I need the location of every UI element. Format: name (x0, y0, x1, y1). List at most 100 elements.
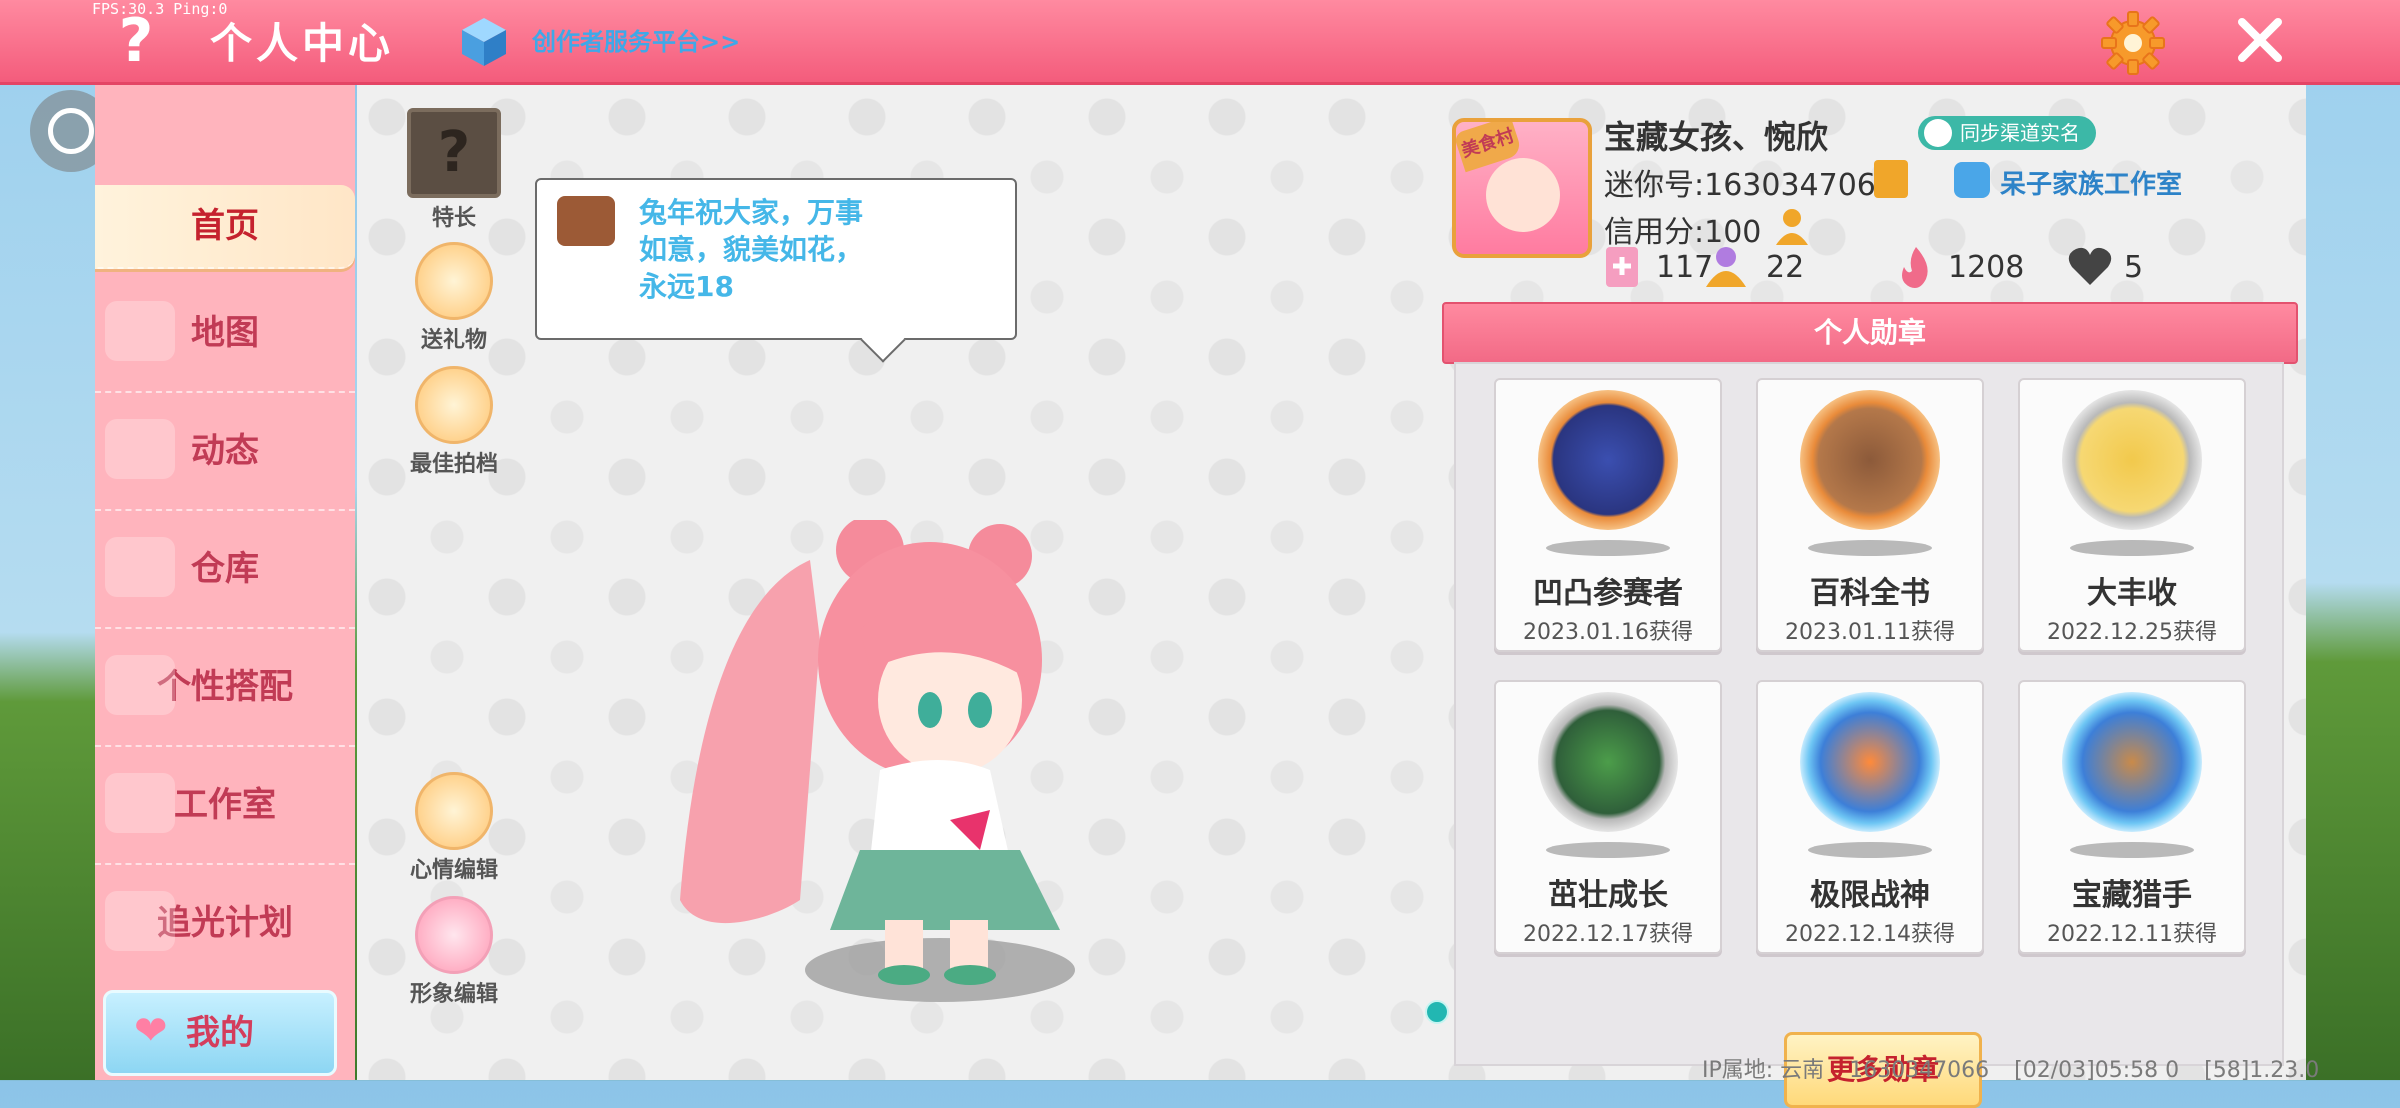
footer-uid: 1630347066 (1849, 1058, 1990, 1083)
sidebar: 首页 地图 动态 仓库 个性搭配 工作室 追光计划 ❤ 我的 (95, 85, 355, 1080)
mood-edit-button[interactable]: 心情编辑 (404, 772, 504, 884)
creator-platform-link[interactable]: 创作者服务平台>> (532, 22, 740, 57)
studio-link[interactable]: 呆子家族工作室 (2000, 164, 2182, 201)
background-scene-right (2306, 85, 2400, 1080)
medal-shadow (1808, 842, 1932, 858)
medal-name: 宝藏猎手 (2072, 878, 2192, 913)
fans-count: 22 (1766, 250, 1805, 285)
sidebar-item-light-plan[interactable]: 追光计划 (95, 865, 355, 981)
outfit-icon (105, 655, 175, 715)
copy-icon[interactable] (1874, 160, 1908, 198)
medal-date: 2022.12.17获得 (1523, 922, 1693, 947)
gear-icon[interactable] (2098, 8, 2168, 78)
cube-icon (462, 18, 506, 66)
sidebar-item-feed[interactable]: 动态 (95, 393, 355, 511)
page-title: 个人中心 (210, 19, 395, 68)
best-partner-label: 最佳拍档 (409, 452, 498, 477)
medal-date: 2022.12.25获得 (2047, 620, 2217, 645)
player-avatar-figure[interactable] (660, 520, 1100, 1010)
medal-shadow (1546, 540, 1670, 556)
heart-icon: ❤ (134, 1008, 168, 1054)
avatar-edit-button[interactable]: 形象编辑 (404, 896, 504, 1008)
sidebar-item-label: 个性搭配 (157, 667, 293, 707)
medal-date: 2022.12.11获得 (2047, 922, 2217, 947)
medal-date: 2022.12.14获得 (1785, 922, 1955, 947)
medal-panel: 个人勋章 凹凸参赛者 2023.01.16获得 百科全书 2023.01.11获… (1442, 302, 2298, 1108)
medal-shadow (2070, 540, 2194, 556)
level-flag-icon (1606, 247, 1638, 287)
footer-time: [02/03]05:58 0 (2014, 1058, 2180, 1083)
boss-medal-icon (1800, 692, 1940, 832)
medal-date: 2023.01.16获得 (1523, 620, 1693, 645)
medal-panel-title: 个人勋章 (1442, 302, 2298, 364)
medal-date: 2023.01.11获得 (1785, 620, 1955, 645)
dress-icon (415, 896, 493, 974)
realname-tag[interactable]: 同步渠道实名 (1918, 116, 2096, 150)
sidebar-item-label: 动态 (191, 431, 259, 471)
mine-button[interactable]: ❤ 我的 (103, 990, 337, 1076)
fans-icon (1706, 247, 1746, 287)
close-icon[interactable] (2232, 12, 2288, 68)
bell-icon (105, 419, 175, 479)
mood-edit-label: 心情编辑 (409, 858, 498, 883)
sidebar-item-map[interactable]: 地图 (95, 275, 355, 393)
medal-card[interactable]: 凹凸参赛者 2023.01.16获得 (1494, 378, 1722, 652)
treasure-chest-medal-icon (2062, 692, 2202, 832)
map-icon (105, 301, 175, 361)
medal-grid: 凹凸参赛者 2023.01.16获得 百科全书 2023.01.11获得 大丰收… (1454, 362, 2284, 1108)
medal-card[interactable]: 宝藏猎手 2022.12.11获得 (2018, 680, 2246, 954)
heart-icon (2068, 247, 2112, 285)
talent-question-icon: ? (407, 108, 501, 198)
medal-card[interactable]: 茁壮成长 2022.12.17获得 (1494, 680, 1722, 954)
talent-label: 特长 (431, 206, 476, 231)
person-icon[interactable] (1770, 205, 1814, 249)
avatar-face (1486, 158, 1560, 232)
footer-info: IP属地: 云南 1630347066 [02/03]05:58 0 [58]1… (1702, 1052, 2337, 1084)
medal-card[interactable]: 百科全书 2023.01.11获得 (1756, 378, 1984, 652)
handshake-icon (415, 366, 493, 444)
user-name: 宝藏女孩、惋欣 (1604, 118, 1829, 156)
medal-card[interactable]: 大丰收 2022.12.25获得 (2018, 378, 2246, 652)
trophy-medal-icon (1538, 390, 1678, 530)
house-icon (105, 537, 175, 597)
medal-shadow (1808, 540, 1932, 556)
sidebar-item-label: 追光计划 (157, 903, 293, 943)
star-icon (105, 891, 175, 951)
studio-icon (105, 773, 175, 833)
sidebar-item-studio[interactable]: 工作室 (95, 747, 355, 865)
top-bar: ? 个人中心 创作者服务平台>> (0, 0, 2400, 85)
popularity-count: 1208 (1948, 250, 2025, 285)
talent-button[interactable]: ? 特长 (404, 108, 504, 232)
fps-readout: FPS:30.3 Ping:0 (92, 0, 228, 18)
flame-icon (1902, 247, 1928, 288)
sidebar-item-outfit[interactable]: 个性搭配 (95, 629, 355, 747)
medal-card[interactable]: 极限战神 2022.12.14获得 (1756, 680, 1984, 954)
sidebar-item-home[interactable]: 首页 (95, 185, 355, 269)
background-scene-left (0, 85, 95, 1080)
medal-name: 百科全书 (1810, 576, 1930, 611)
sidebar-item-label: 地图 (191, 313, 259, 353)
book-medal-icon (1800, 390, 1940, 530)
mood-text: 兔年祝大家，万事如意，貌美如花，永远18 (639, 196, 864, 303)
likes-count: 5 (2124, 250, 2144, 285)
ip-location: IP属地: 云南 (1702, 1058, 1825, 1083)
sidebar-item-label: 工作室 (174, 785, 276, 825)
harvest-medal-icon (2062, 390, 2202, 530)
medal-name: 凹凸参赛者 (1533, 576, 1683, 611)
sidebar-item-label: 仓库 (191, 549, 259, 589)
mood-bubble[interactable]: 兔年祝大家，万事如意，貌美如花，永远18 (535, 178, 1017, 340)
sidebar-item-warehouse[interactable]: 仓库 (95, 511, 355, 629)
best-partner-button[interactable]: 最佳拍档 (404, 366, 504, 478)
studio-star-icon (1954, 162, 1990, 198)
send-gift-button[interactable]: 送礼物 (404, 242, 504, 354)
user-verify-icon (1924, 119, 1952, 147)
medal-name: 极限战神 (1810, 878, 1930, 913)
avatar-edit-label: 形象编辑 (409, 982, 498, 1007)
medal-name: 茁壮成长 (1548, 878, 1668, 913)
mood-face-icon (557, 196, 615, 246)
frog-king-medal-icon (1538, 692, 1678, 832)
profile-avatar[interactable]: 美食村 (1452, 118, 1592, 258)
mini-id: 迷你号:1630347066 (1604, 168, 1895, 203)
edit-icon (415, 772, 493, 850)
medal-shadow (1546, 842, 1670, 858)
